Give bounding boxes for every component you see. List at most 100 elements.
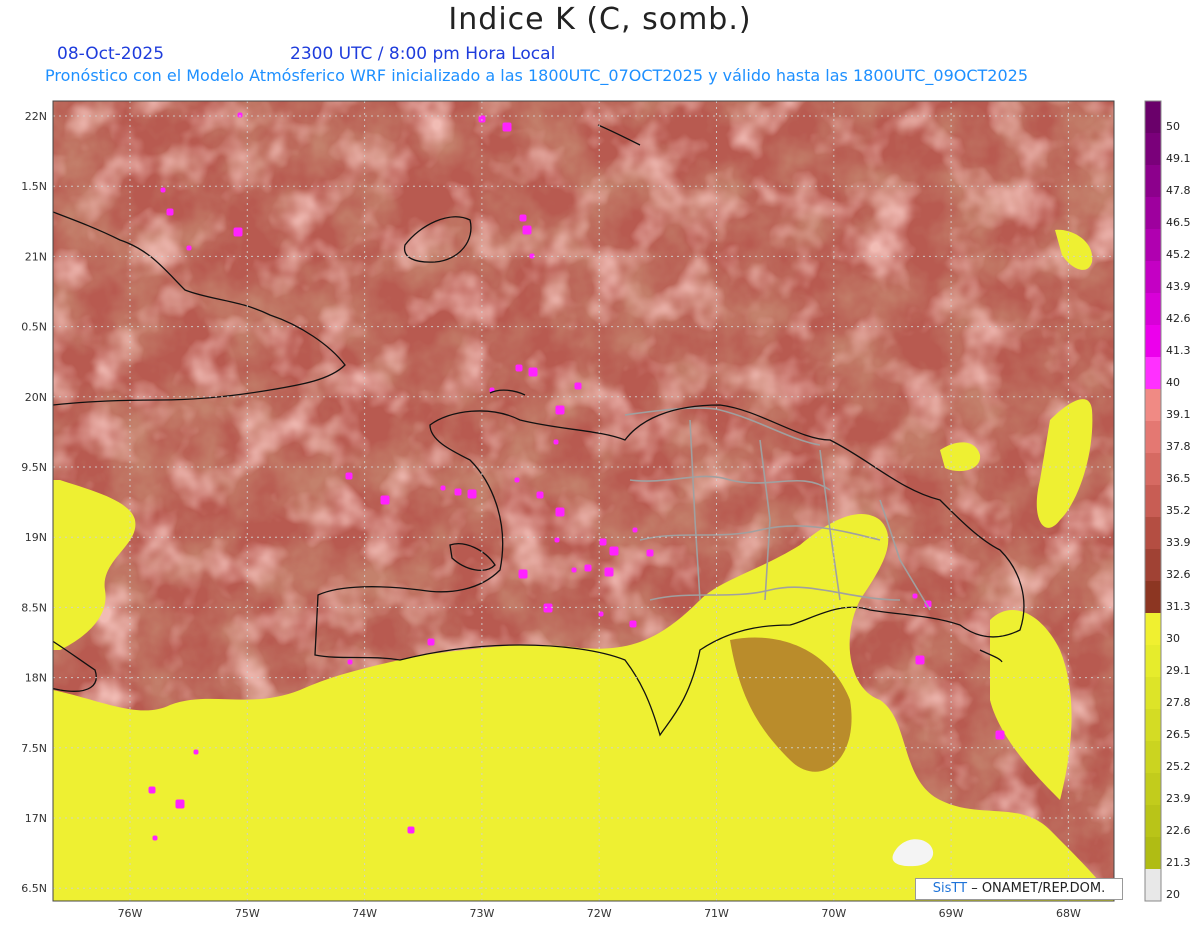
colorbar-label: 26.5: [1166, 728, 1191, 741]
high-k-speck: [347, 659, 353, 665]
colorbar-label: 42.6: [1166, 312, 1191, 325]
colorbar-label: 32.6: [1166, 568, 1191, 581]
high-k-speck: [604, 567, 614, 577]
colorbar-segment: [1145, 645, 1161, 678]
colorbar-label: 29.1: [1166, 664, 1191, 677]
high-k-speck: [543, 603, 553, 613]
colorbar-segment: [1145, 165, 1161, 198]
lon-tick-label: 70W: [821, 907, 846, 920]
lat-tick-label: 21N: [25, 250, 47, 263]
colorbar-segment: [1145, 421, 1161, 454]
colorbar-label: 22.6: [1166, 824, 1191, 837]
high-k-speck: [518, 569, 528, 579]
high-k-speck: [554, 537, 560, 543]
colorbar-label: 40: [1166, 376, 1180, 389]
colorbar-label: 49.1: [1166, 152, 1191, 165]
high-k-speck: [467, 489, 477, 499]
map-field: [53, 101, 1114, 901]
high-k-speck: [629, 620, 637, 628]
high-k-speck: [427, 638, 435, 646]
colorbar-label: 45.2: [1166, 248, 1191, 261]
colorbar-label: 25.2: [1166, 760, 1191, 773]
lon-tick-label: 75W: [235, 907, 260, 920]
high-k-speck: [440, 485, 446, 491]
colorbar-label: 31.3: [1166, 600, 1191, 613]
colorbar-segment: [1145, 229, 1161, 262]
high-k-speck: [152, 835, 158, 841]
colorbar: 50 49.1 47.8 46.5 45.2 43.9 42.6 41.3 40 39.1 37.8…: [1144, 100, 1191, 902]
high-k-speck: [407, 826, 415, 834]
colorbar-segment: [1145, 517, 1161, 550]
colorbar-segment: [1145, 549, 1161, 582]
colorbar-segment: [1145, 773, 1161, 806]
colorbar-segment: [1145, 261, 1161, 294]
colorbar-segment: [1145, 197, 1161, 230]
credit-org: – ONAMET/REP.DOM.: [967, 881, 1106, 896]
high-k-speck: [915, 655, 925, 665]
high-k-speck: [632, 527, 638, 533]
high-k-speck: [553, 439, 559, 445]
lat-tick-label: 18N: [25, 672, 47, 685]
high-k-speck: [555, 507, 565, 517]
lat-tick-label: 19N: [25, 531, 47, 544]
high-k-speck: [646, 549, 654, 557]
high-k-speck: [574, 382, 582, 390]
colorbar-segment: [1145, 837, 1161, 870]
high-k-speck: [175, 799, 185, 809]
colorbar-segment: [1145, 293, 1161, 326]
high-k-speck: [237, 112, 243, 118]
latitude-labels: 22N 1.5N 21N 0.5N 20N 9.5N 19N 8.5N 18N 7.5N 17N 6.…: [21, 110, 47, 895]
colorbar-segment: [1145, 325, 1161, 358]
lat-tick-label: 7.5N: [21, 742, 47, 755]
lon-tick-label: 74W: [352, 907, 377, 920]
high-k-speck: [514, 477, 520, 483]
model-info-line: Pronóstico con el Modelo Atmósferico WRF…: [45, 66, 1029, 85]
lat-tick-label: 6.5N: [21, 882, 47, 895]
lat-tick-label: 9.5N: [21, 461, 47, 474]
high-k-speck: [345, 472, 353, 480]
high-k-speck: [912, 593, 918, 599]
credit-box: SisTT – ONAMET/REP.DOM.: [915, 878, 1123, 900]
high-k-speck: [584, 564, 592, 572]
lon-tick-label: 76W: [118, 907, 143, 920]
colorbar-segment: [1145, 453, 1161, 486]
high-k-speck: [536, 491, 544, 499]
high-k-speck: [528, 367, 538, 377]
colorbar-label: 36.5: [1166, 472, 1191, 485]
colorbar-label: 41.3: [1166, 344, 1191, 357]
lat-tick-label: 8.5N: [21, 601, 47, 614]
colorbar-label: 47.8: [1166, 184, 1191, 197]
lat-tick-label: 1.5N: [21, 180, 47, 193]
colorbar-segment: [1145, 869, 1161, 902]
lon-tick-label: 72W: [587, 907, 612, 920]
lat-tick-label: 0.5N: [21, 321, 47, 334]
colorbar-label: 30: [1166, 632, 1180, 645]
colorbar-segment: [1145, 741, 1161, 774]
lat-tick-label: 17N: [25, 812, 47, 825]
high-k-speck: [519, 214, 527, 222]
colorbar-label: 43.9: [1166, 280, 1191, 293]
colorbar-label: 27.8: [1166, 696, 1191, 709]
lat-tick-label: 20N: [25, 391, 47, 404]
high-k-speck: [515, 364, 523, 372]
high-k-speck: [186, 245, 192, 251]
high-k-speck: [555, 405, 565, 415]
forecast-time: 2300 UTC / 8:00 pm Hora Local: [290, 44, 556, 64]
colorbar-label: 37.8: [1166, 440, 1191, 453]
colorbar-segment: [1145, 709, 1161, 742]
colorbar-label: 33.9: [1166, 536, 1191, 549]
high-k-speck: [166, 208, 174, 216]
high-k-speck: [599, 538, 607, 546]
colorbar-segment: [1145, 133, 1161, 166]
high-k-speck: [502, 122, 512, 132]
colorbar-segment: [1145, 101, 1161, 134]
colorbar-segment: [1145, 389, 1161, 422]
lon-tick-label: 68W: [1056, 907, 1081, 920]
map-title: Indice K (C, somb.): [448, 2, 752, 37]
colorbar-label: 39.1: [1166, 408, 1191, 421]
colorbar-segment: [1145, 581, 1161, 614]
map-figure: 76W 75W 74W 73W 72W 71W 70W 69W 68W 22N 1.5N 21N 0.…: [21, 100, 1191, 920]
lat-tick-label: 22N: [25, 110, 47, 123]
high-k-speck: [193, 749, 199, 755]
colorbar-segment: [1145, 613, 1161, 646]
